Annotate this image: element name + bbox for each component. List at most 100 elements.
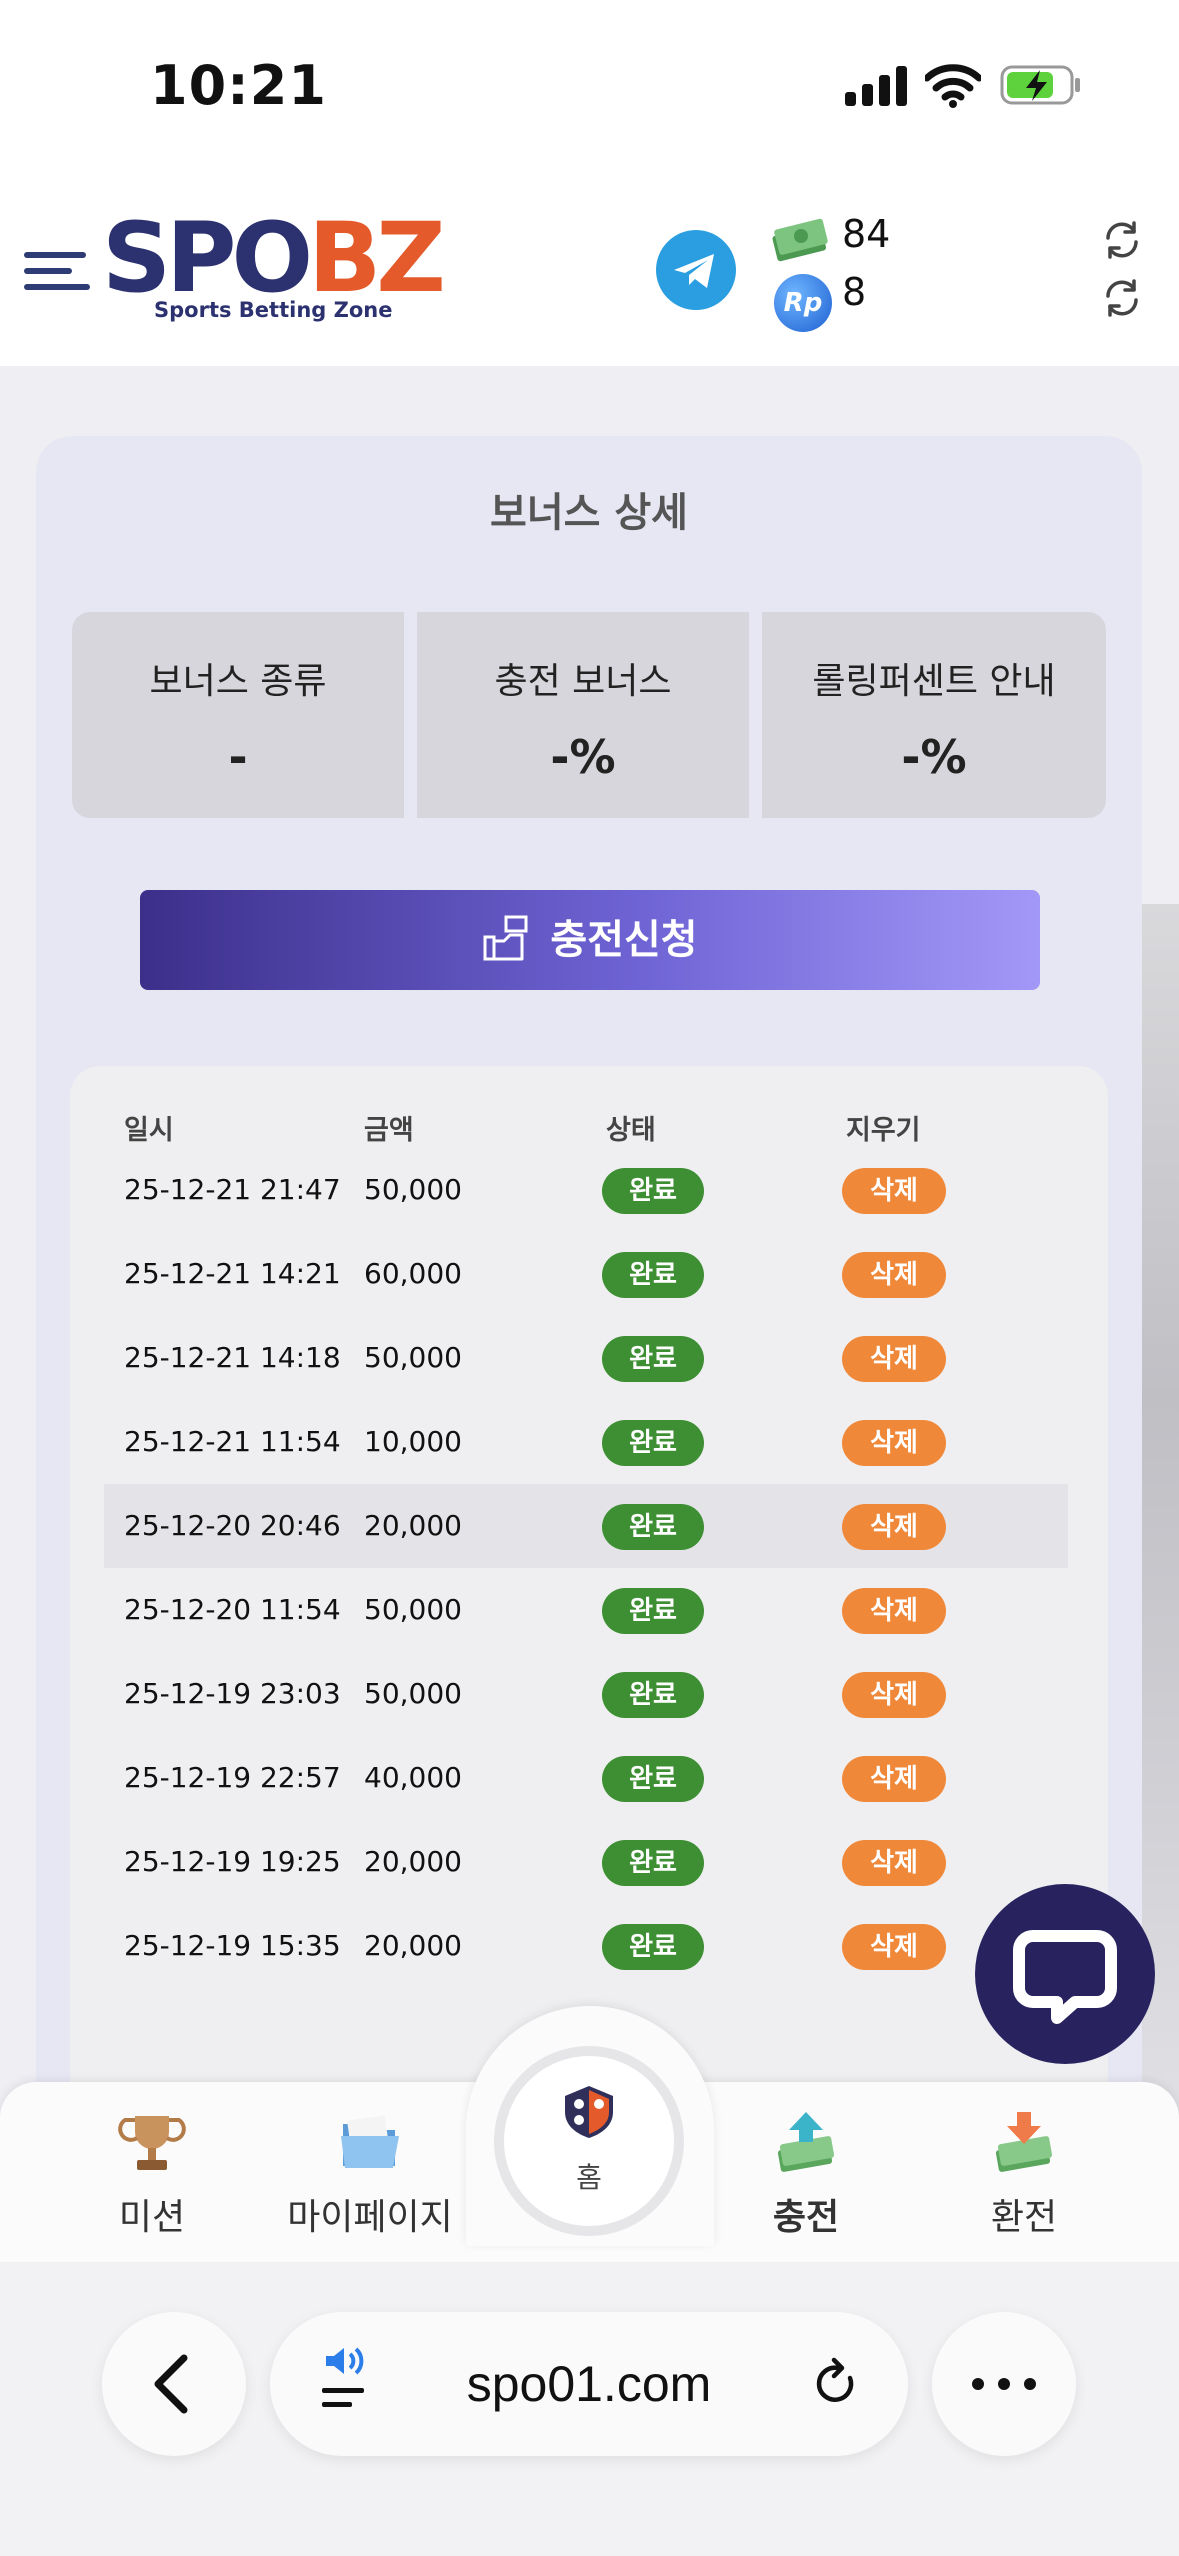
row-date: 25-12-19 15:35 (124, 1929, 341, 1962)
reload-icon[interactable] (808, 2356, 864, 2412)
more-dots-icon (972, 2378, 1036, 2390)
table-row: 25-12-21 14:18 50,000 완료 삭제 (104, 1316, 1068, 1400)
table-row: 25-12-19 23:03 50,000 완료 삭제 (104, 1652, 1068, 1736)
row-date: 25-12-21 14:21 (124, 1257, 341, 1290)
table-row: 25-12-19 22:57 40,000 완료 삭제 (104, 1736, 1068, 1820)
refresh-rp-icon[interactable] (1100, 276, 1144, 320)
telegram-icon[interactable] (656, 230, 736, 310)
status-badge: 완료 (602, 1672, 704, 1718)
charge-history-table: 일시 금액 상태 지우기 25-12-21 21:47 50,000 완료 삭제… (70, 1066, 1108, 2136)
row-date: 25-12-21 11:54 (124, 1425, 341, 1458)
delete-button[interactable]: 삭제 (842, 1504, 946, 1550)
table-row: 25-12-21 11:54 10,000 완료 삭제 (104, 1400, 1068, 1484)
row-date: 25-12-19 22:57 (124, 1761, 341, 1794)
cash-icon (772, 218, 828, 262)
row-amount: 50,000 (364, 1677, 462, 1710)
nav-mission-label: 미션 (118, 2197, 186, 2238)
status-badge: 완료 (602, 1336, 704, 1382)
table-row: 25-12-19 19:25 20,000 완료 삭제 (104, 1820, 1068, 1904)
charge-bonus-box: 충전 보너스 -% (417, 612, 749, 818)
wifi-icon (925, 64, 981, 108)
app-header: SPOBZ Sports Betting Zone 84 Rp 8 (0, 170, 1179, 366)
status-badge: 완료 (602, 1924, 704, 1970)
cellular-signal-icon (845, 66, 907, 106)
menu-icon[interactable] (24, 242, 90, 298)
delete-button[interactable]: 삭제 (842, 1420, 946, 1466)
row-amount: 20,000 (364, 1929, 462, 1962)
bonus-type-box: 보너스 종류 - (72, 612, 404, 818)
rolling-percent-value: -% (901, 730, 967, 784)
row-date: 25-12-21 14:18 (124, 1341, 341, 1374)
battery-charging-icon (1000, 65, 1080, 105)
delete-button[interactable]: 삭제 (842, 1588, 946, 1634)
row-amount: 50,000 (364, 1173, 462, 1206)
table-row: 25-12-21 21:47 50,000 완료 삭제 (104, 1148, 1068, 1232)
row-amount: 10,000 (364, 1425, 462, 1458)
row-amount: 50,000 (364, 1341, 462, 1374)
withdraw-cash-down-icon (995, 2112, 1053, 2172)
refresh-money-icon[interactable] (1100, 218, 1144, 262)
bonus-detail-card: 보너스 상세 보너스 종류 - 충전 보너스 -% 롤링퍼센트 안내 -% 충전… (36, 436, 1142, 2136)
row-date: 25-12-21 21:47 (124, 1173, 341, 1206)
folder-icon (341, 2115, 399, 2168)
rolling-percent-box: 롤링퍼센트 안내 -% (762, 612, 1106, 818)
more-button[interactable] (932, 2312, 1076, 2456)
nav-mypage[interactable]: 마이페이지 (270, 2110, 470, 2240)
delete-button[interactable]: 삭제 (842, 1336, 946, 1382)
chevron-left-icon (154, 2354, 188, 2414)
nav-withdraw[interactable]: 환전 (924, 2110, 1124, 2240)
row-date: 25-12-20 11:54 (124, 1593, 341, 1626)
rp-point-icon: Rp (774, 274, 832, 332)
status-badge: 완료 (602, 1252, 704, 1298)
delete-button[interactable]: 삭제 (842, 1252, 946, 1298)
nav-home[interactable]: 홈 (494, 2046, 684, 2236)
deposit-cash-up-icon (777, 2112, 835, 2172)
rp-balance: 8 (842, 270, 867, 314)
charge-bonus-label: 충전 보너스 (494, 661, 672, 702)
charge-request-label: 충전신청 (550, 918, 698, 962)
bonus-type-label: 보너스 종류 (149, 661, 327, 702)
row-amount: 20,000 (364, 1845, 462, 1878)
delete-button[interactable]: 삭제 (842, 1168, 946, 1214)
nav-home-label: 홈 (576, 2161, 602, 2194)
status-time: 10:21 (150, 54, 327, 117)
rolling-percent-label: 롤링퍼센트 안내 (812, 661, 1056, 702)
status-badge: 완료 (602, 1504, 704, 1550)
row-date: 25-12-20 20:46 (124, 1509, 341, 1542)
nav-deposit-label: 충전 (772, 2197, 840, 2238)
nav-withdraw-label: 환전 (990, 2197, 1058, 2238)
table-row: 25-12-20 11:54 50,000 완료 삭제 (104, 1568, 1068, 1652)
nav-deposit[interactable]: 충전 (706, 2110, 906, 2240)
delete-button[interactable]: 삭제 (842, 1840, 946, 1886)
header-status: 상태 (606, 1115, 656, 1146)
nav-mission[interactable]: 미션 (52, 2110, 252, 2240)
row-date: 25-12-19 19:25 (124, 1845, 341, 1878)
status-badge: 완료 (602, 1588, 704, 1634)
row-amount: 20,000 (364, 1509, 462, 1542)
delete-button[interactable]: 삭제 (842, 1924, 946, 1970)
header-amount: 금액 (364, 1115, 414, 1146)
status-bar: 10:21 (0, 0, 1179, 170)
charge-request-button[interactable]: 충전신청 (140, 890, 1040, 990)
trophy-icon (118, 2116, 186, 2170)
back-button[interactable] (102, 2312, 246, 2456)
chat-bubble-icon (1013, 1930, 1117, 2024)
browser-toolbar: spo01.com (0, 2262, 1179, 2556)
live-chat-button[interactable] (975, 1884, 1155, 2064)
spobz-logo[interactable]: SPOBZ Sports Betting Zone (102, 210, 446, 322)
status-badge: 완료 (602, 1840, 704, 1886)
delete-button[interactable]: 삭제 (842, 1756, 946, 1802)
status-badge: 완료 (602, 1168, 704, 1214)
header-date: 일시 (124, 1115, 174, 1146)
hand-money-icon (483, 915, 528, 961)
home-shield-icon (565, 2086, 613, 2138)
row-amount: 40,000 (364, 1761, 462, 1794)
status-badge: 완료 (602, 1756, 704, 1802)
row-amount: 60,000 (364, 1257, 462, 1290)
table-row: 25-12-19 15:35 20,000 완료 삭제 (104, 1904, 1068, 1988)
delete-button[interactable]: 삭제 (842, 1672, 946, 1718)
row-amount: 50,000 (364, 1593, 462, 1626)
logo-tagline: Sports Betting Zone (154, 298, 393, 322)
address-bar[interactable]: spo01.com (270, 2312, 908, 2456)
status-badge: 완료 (602, 1420, 704, 1466)
